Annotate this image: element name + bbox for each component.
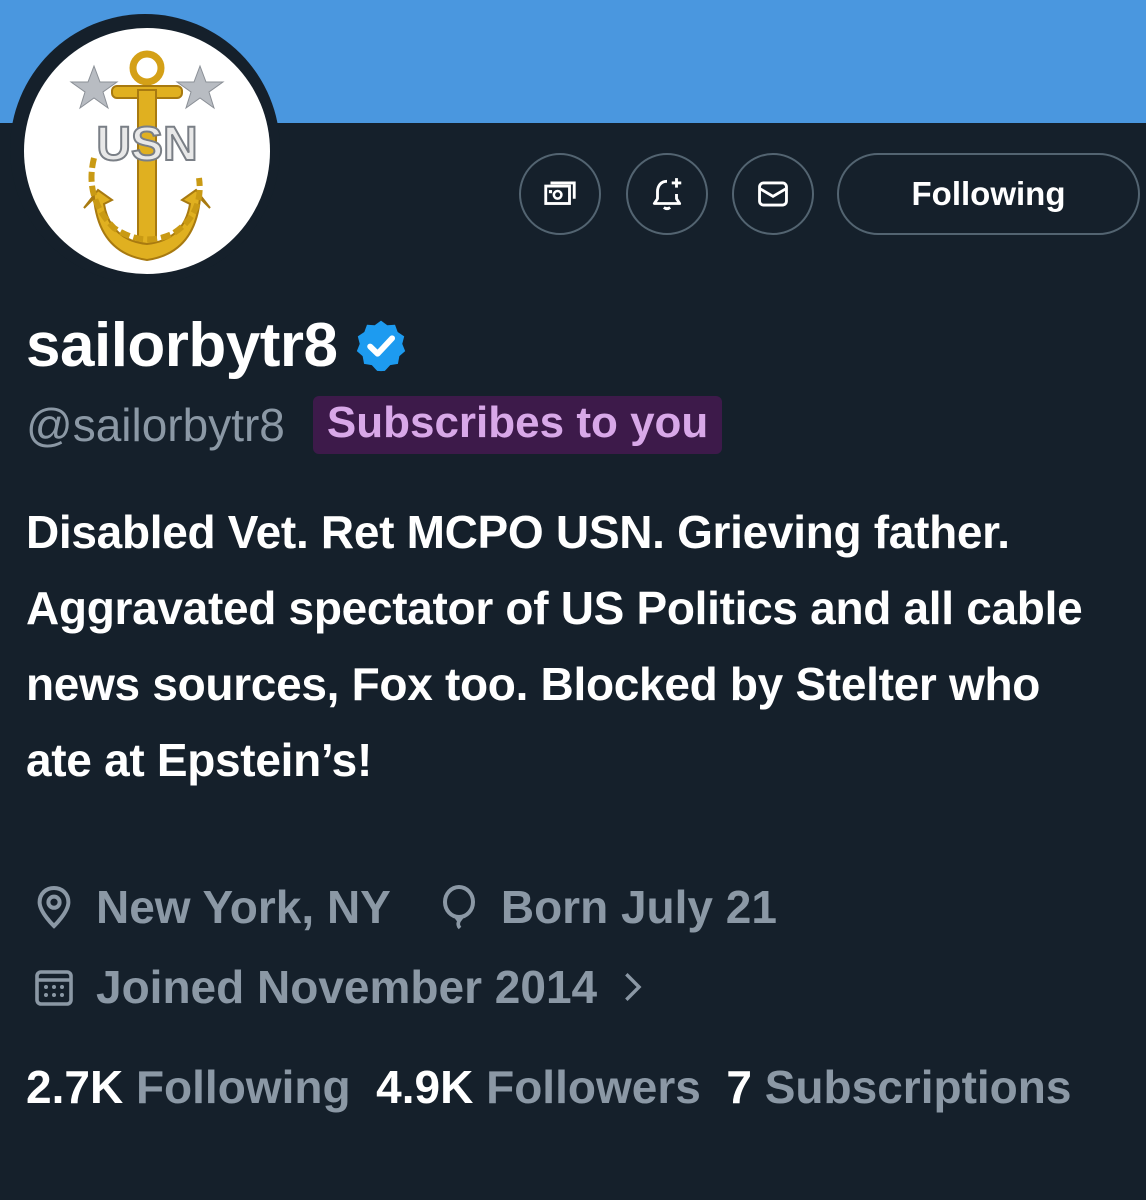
notifications-button[interactable] (626, 153, 708, 235)
followers-stat[interactable]: 4.9K Followers (376, 1061, 701, 1113)
subscriptions-count: 7 (726, 1061, 752, 1113)
user-handle: @sailorbytr8 (26, 399, 285, 451)
location-item: New York, NY (30, 880, 391, 934)
birthday-item: Born July 21 (435, 880, 777, 934)
message-button[interactable] (732, 153, 814, 235)
joined-text: Joined November 2014 (96, 961, 598, 1013)
bell-plus-icon (652, 178, 682, 211)
location-text: New York, NY (96, 881, 391, 933)
verified-badge-icon[interactable] (352, 317, 410, 375)
following-label: Following (135, 1061, 351, 1113)
profile-bio: Disabled Vet. Ret MCPO USN. Grieving fat… (26, 506, 1083, 786)
anchor-insignia-icon: USN (69, 50, 225, 262)
profile-stats: 2.7K Following 4.9K Followers 7 Subscrip… (26, 1050, 1116, 1124)
name-row: sailorbytr8 (26, 310, 410, 381)
subscriptions-stat[interactable]: 7 Subscriptions (726, 1061, 1071, 1113)
balloon-icon (442, 885, 475, 930)
calendar-icon (35, 970, 73, 1006)
profile-meta-row-1: New York, NY Born July 21 (30, 880, 821, 934)
chevron-right-icon (625, 973, 642, 1001)
money-icon (544, 181, 576, 205)
avatar-text: USN (96, 118, 197, 171)
location-pin-icon (37, 885, 71, 929)
following-count: 2.7K (26, 1061, 124, 1113)
following-button[interactable]: Following (837, 153, 1140, 235)
profile-meta-row-2[interactable]: Joined November 2014 (30, 960, 667, 1014)
avatar[interactable]: USN (24, 28, 270, 274)
display-name: sailorbytr8 (26, 311, 338, 380)
birthday-text: Born July 21 (500, 881, 777, 933)
envelope-icon (758, 181, 788, 207)
followers-label: Followers (486, 1061, 701, 1113)
subscriptions-label: Subscriptions (764, 1061, 1072, 1113)
following-stat[interactable]: 2.7K Following (26, 1061, 351, 1113)
subscribes-badge: Subscribes to you (312, 396, 723, 454)
tips-button[interactable] (519, 153, 601, 235)
followers-count: 4.9K (376, 1061, 474, 1113)
handle-row: @sailorbytr8 Subscribes to you (26, 396, 723, 454)
